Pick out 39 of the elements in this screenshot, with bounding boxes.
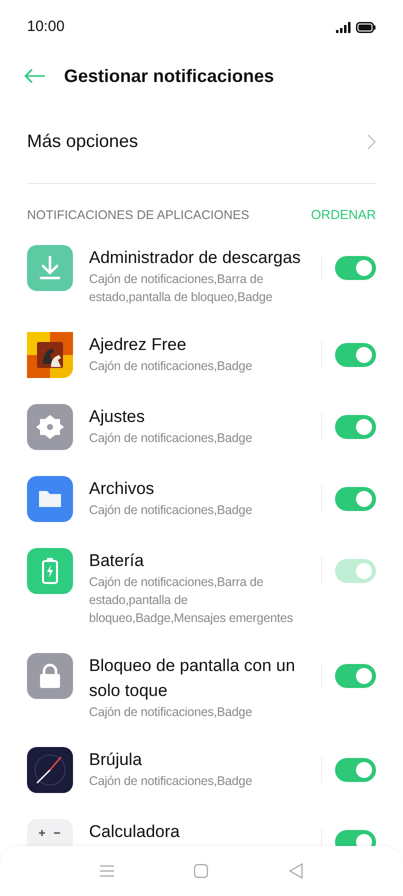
battery-status-icon	[356, 22, 376, 32]
back-arrow-icon[interactable]	[24, 68, 46, 84]
notification-types: Cajón de notificaciones,Badge	[89, 773, 254, 790]
app-name: Calculadora	[89, 821, 181, 843]
toggle-switch[interactable]	[335, 664, 376, 688]
chess-knight-icon	[27, 332, 73, 378]
menu-icon[interactable]	[100, 865, 114, 877]
app-name: Administrador de descargas	[89, 247, 302, 269]
notification-types: Cajón de notificaciones,Barra de estado,pantalla de bloqueo,Badge,Mensajes emergentes	[89, 574, 294, 627]
toggle-switch[interactable]	[335, 487, 376, 511]
toggle-switch[interactable]	[335, 256, 376, 280]
gear-icon	[27, 404, 73, 450]
status-time: 10:00	[27, 16, 65, 37]
app-name: Brújula	[89, 749, 143, 771]
notification-types: Cajón de notificaciones,Badge	[89, 502, 254, 519]
app-name: Ajustes	[89, 406, 146, 428]
home-icon[interactable]	[194, 864, 208, 878]
app-name: Bloqueo de pantalla con un solo toque	[89, 655, 296, 702]
signal-icon	[336, 22, 351, 32]
notification-types: Cajón de notificaciones,Badge	[89, 704, 254, 721]
more-options-row[interactable]: Más opciones	[27, 100, 376, 184]
back-icon[interactable]	[288, 863, 303, 879]
folder-icon	[27, 476, 73, 522]
page-title: Gestionar notificaciones	[64, 64, 274, 88]
toggle-switch[interactable]	[335, 343, 376, 367]
download-icon	[27, 245, 73, 291]
notification-types: Cajón de notificaciones,Badge	[89, 430, 254, 447]
toggle-switch[interactable]	[335, 758, 376, 782]
app-name: Archivos	[89, 478, 156, 500]
notification-types: Cajón de notificaciones,Badge	[89, 358, 254, 375]
app-name: Ajedrez Free	[89, 334, 188, 356]
notification-types: Cajón de notificaciones,Barra de estado,pantalla de bloqueo,Badge	[89, 271, 274, 306]
chevron-right-icon	[367, 134, 376, 150]
lock-icon	[27, 653, 73, 699]
compass-icon	[27, 747, 73, 793]
section-header: NOTIFICACIONES DE APLICACIONES	[27, 206, 250, 224]
toggle-switch[interactable]	[335, 415, 376, 439]
app-name: Batería	[89, 550, 145, 572]
battery-icon	[27, 548, 73, 594]
